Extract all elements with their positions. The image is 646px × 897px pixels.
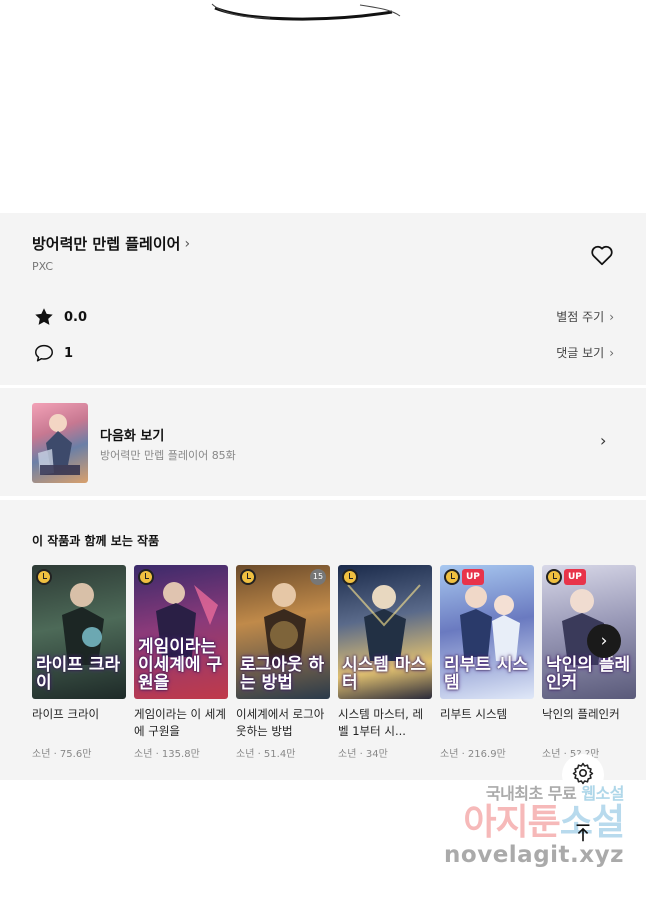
card-title: 리부트 시스템: [440, 707, 508, 721]
card-title: 시스템 마스터, 레벨 1부터 시...: [338, 707, 424, 738]
wait-free-clock-icon: [36, 569, 52, 585]
card-cover-title: 게임이라는 이세계에 구원을: [138, 637, 223, 694]
decorative-brush-stroke: [211, 3, 401, 21]
card-title: 낙인의 플레인커: [542, 707, 620, 721]
wait-free-clock-icon: [138, 569, 154, 585]
next-episode-thumbnail: [32, 403, 88, 483]
work-info-panel: 방어력만 만렙 플레이어 › PXC 0.0 별점 주기 › 1 댓글 보기 ›: [0, 213, 646, 385]
recommendation-card[interactable]: UP 리부트 시스템 리부트 시스템 소년 · 216.9만: [440, 565, 534, 760]
star-icon: [32, 305, 56, 329]
up-badge: UP: [462, 569, 484, 585]
chevron-right-icon: ›: [609, 345, 614, 360]
recommendation-card[interactable]: 라이프 크라이 라이프 크라이 소년 · 75.6만: [32, 565, 126, 760]
card-cover: 시스템 마스터: [338, 565, 432, 699]
view-comments-label: 댓글 보기: [556, 346, 605, 360]
recommendation-card[interactable]: 시스템 마스터 시스템 마스터, 레벨 1부터 시... 소년 · 34만: [338, 565, 432, 760]
card-title: 라이프 크라이: [32, 707, 100, 721]
gear-icon: [571, 761, 595, 789]
chevron-right-icon: ›: [609, 309, 614, 324]
card-cover: 15 로그아웃 하는 방법: [236, 565, 330, 699]
card-meta: 소년 · 75.6만: [32, 749, 92, 760]
card-cover: 게임이라는 이세계에 구원을: [134, 565, 228, 699]
card-cover-title: 로그아웃 하는 방법: [240, 655, 325, 694]
wait-free-clock-icon: [240, 569, 256, 585]
work-title-link[interactable]: 방어력만 만렙 플레이어 ›: [32, 233, 190, 254]
speech-bubble-icon: [32, 341, 56, 365]
card-cover-title: 라이프 크라이: [36, 655, 121, 694]
rate-button[interactable]: 별점 주기 ›: [556, 308, 614, 325]
wait-free-clock-icon: [342, 569, 358, 585]
heart-icon[interactable]: [589, 242, 615, 268]
work-author: PXC: [32, 260, 54, 273]
next-episode-label: 다음화 보기: [100, 429, 165, 444]
next-episode-button[interactable]: 다음화 보기 방어력만 만렙 플레이어 85화 ›: [0, 388, 646, 496]
rating-row: 0.0 별점 주기 ›: [32, 305, 614, 329]
chevron-right-icon: ›: [184, 235, 191, 252]
recommendation-card[interactable]: 게임이라는 이세계에 구원을 게임이라는 이 세계에 구원을 소년 · 135.…: [134, 565, 228, 760]
card-cover-title: 낙인의 플레인커: [546, 655, 631, 694]
card-title: 게임이라는 이 세계에 구원을: [134, 707, 226, 738]
rating-value: 0.0: [64, 309, 88, 325]
recommendation-card[interactable]: 15 로그아웃 하는 방법 이세계에서 로그아웃하는 방법 소년 · 51.4만: [236, 565, 330, 760]
card-cover-title: 리부트 시스템: [444, 655, 529, 694]
card-cover: 라이프 크라이: [32, 565, 126, 699]
card-cover: UP 리부트 시스템: [440, 565, 534, 699]
episode-image-end: [0, 0, 646, 213]
chevron-right-icon: ›: [600, 631, 608, 651]
settings-button[interactable]: [562, 754, 604, 796]
up-badge: UP: [564, 569, 586, 585]
rate-button-label: 별점 주기: [556, 310, 605, 324]
recommendations-carousel: 라이프 크라이 라이프 크라이 소년 · 75.6만 게임이라는 이세계에 구원…: [32, 565, 636, 760]
next-episode-subtitle: 방어력만 만렙 플레이어 85화: [100, 449, 236, 462]
age-rating-badge: 15: [310, 569, 326, 585]
page: 방어력만 만렙 플레이어 › PXC 0.0 별점 주기 › 1 댓글 보기 ›…: [0, 0, 646, 897]
wait-free-clock-icon: [546, 569, 562, 585]
recommendations-section: 이 작품과 함께 보는 작품 라이프 크라이 라이프 크라이 소년 · 75.6…: [0, 500, 646, 780]
carousel-next-button[interactable]: ›: [587, 624, 621, 658]
card-meta: 소년 · 34만: [338, 749, 388, 760]
card-meta: 소년 · 135.8만: [134, 749, 200, 760]
arrow-up-to-top-icon: [572, 822, 594, 848]
comment-row: 1 댓글 보기 ›: [32, 341, 614, 365]
chevron-right-icon: ›: [600, 431, 607, 450]
recommendation-card[interactable]: UP 낙인의 플레인커 낙인의 플레인커 소년 · 5?.?만: [542, 565, 636, 760]
work-title: 방어력만 만렙 플레이어: [32, 235, 181, 253]
card-cover-title: 시스템 마스터: [342, 655, 427, 694]
wait-free-clock-icon: [444, 569, 460, 585]
card-meta: 소년 · 51.4만: [236, 749, 296, 760]
card-title: 이세계에서 로그아웃하는 방법: [236, 707, 325, 738]
scroll-to-top-button[interactable]: [568, 820, 598, 850]
view-comments-button[interactable]: 댓글 보기 ›: [556, 344, 614, 361]
recommendations-title: 이 작품과 함께 보는 작품: [32, 534, 160, 548]
comment-count: 1: [64, 345, 74, 361]
card-meta: 소년 · 216.9만: [440, 749, 506, 760]
